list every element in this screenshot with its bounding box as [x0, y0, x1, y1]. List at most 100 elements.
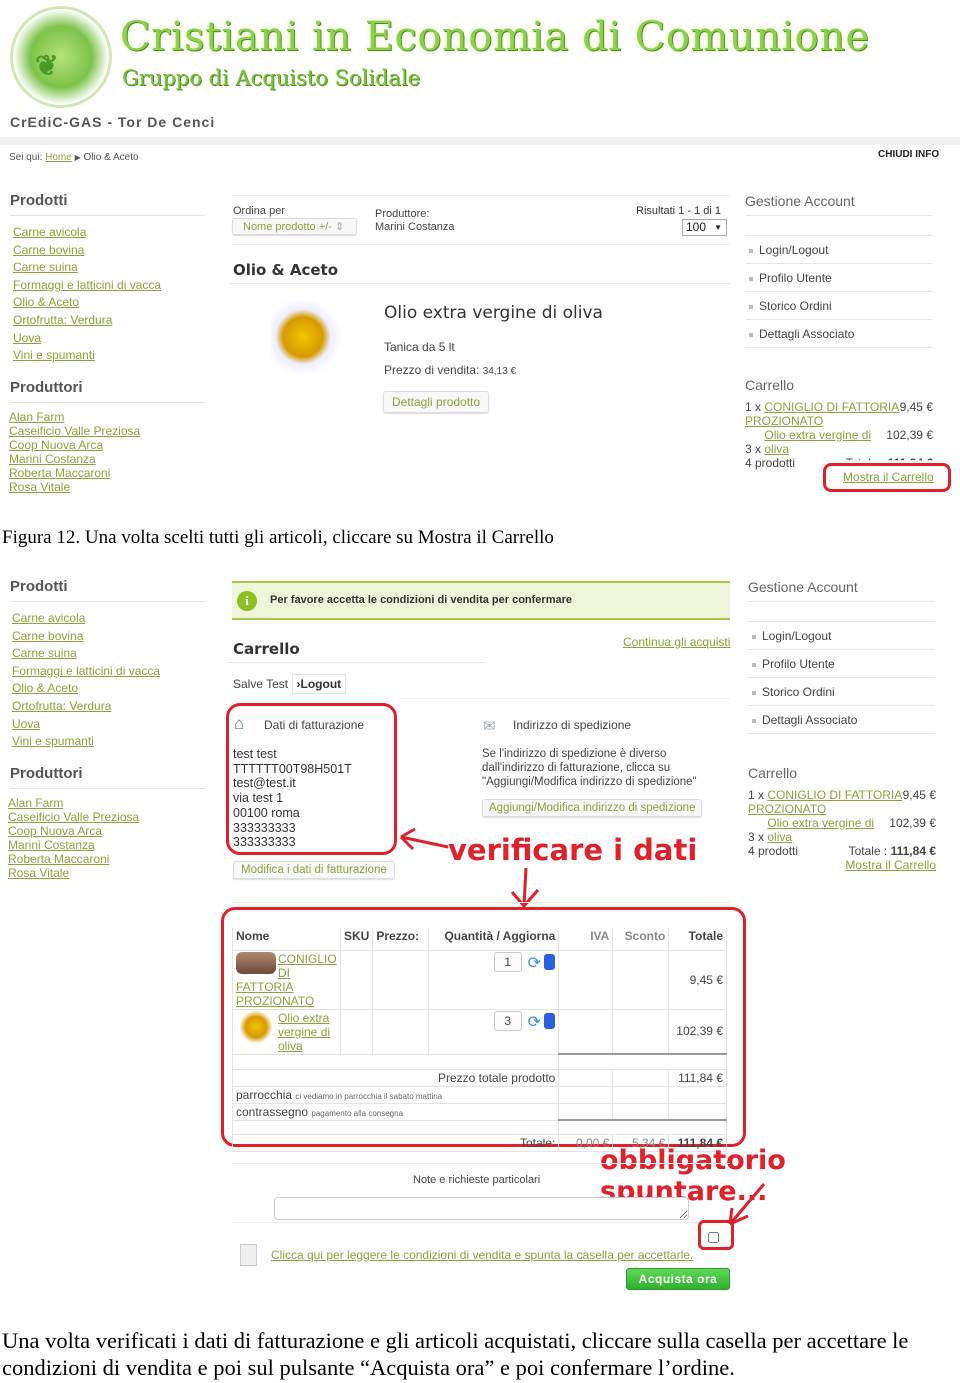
buy-now-button[interactable]: Acquista ora [626, 1268, 730, 1290]
logo: ❦ [10, 6, 112, 108]
refresh-icon[interactable]: ⟳ [525, 953, 541, 972]
category-link[interactable]: Olio & Aceto [13, 295, 79, 309]
producer-link[interactable]: Roberta Maccaroni [9, 466, 110, 480]
menu-login-logout[interactable]: Login/Logout [745, 236, 932, 264]
envelope-icon: ✉ [483, 718, 496, 735]
category-title: Olio & Aceto [233, 261, 339, 279]
producer-link[interactable]: Roberta Maccaroni [8, 852, 109, 866]
per-page-select[interactable]: 100 ▼ [682, 219, 727, 236]
divider [232, 1222, 730, 1223]
col-total: Totale [668, 928, 727, 951]
cart-item-link[interactable]: Olio extra vergine di oliva [764, 428, 874, 456]
cart-item-link[interactable]: CONIGLIO DI FATTORIA PROZIONATO [748, 788, 902, 816]
col-iva: IVA [558, 928, 614, 951]
breadcrumb-current: Olio & Aceto [83, 152, 139, 163]
producer-link[interactable]: Alan Farm [9, 410, 64, 424]
category-link[interactable]: Formaggi e latticini di vacca [12, 664, 160, 678]
info-icon: i [237, 591, 257, 611]
products-heading: Prodotti [10, 192, 205, 216]
category-link[interactable]: Carne suina [12, 646, 77, 660]
cart-item-link[interactable]: Olio extra vergine di oliva [767, 816, 877, 844]
accept-terms-checkbox[interactable] [708, 1232, 719, 1243]
greeting: Salve Test ›Logout [233, 674, 347, 694]
divider [230, 283, 730, 284]
chevron-down-icon: ▼ [714, 223, 722, 232]
menu-user-profile[interactable]: Profilo Utente [745, 264, 932, 292]
verify-annotation: verificare i dati [448, 833, 698, 867]
product-image[interactable] [271, 300, 351, 382]
category-link[interactable]: Formaggi e latticini di vacca [13, 278, 161, 292]
product-description: Tanica da 5 lt [384, 340, 455, 354]
product-details-button[interactable]: Dettagli prodotto [383, 391, 490, 413]
producer-link[interactable]: Coop Nuova Arca [9, 438, 103, 452]
category-link[interactable]: Ortofrutta: Verdura [13, 313, 112, 327]
close-info-button[interactable]: CHIUDI INFO [878, 149, 939, 160]
trash-icon[interactable] [544, 1013, 556, 1030]
producer-link[interactable]: Caseificio Valle Preziosa [9, 424, 140, 438]
payment-note: pagamento alla consegna [311, 1108, 404, 1118]
trash-icon[interactable] [544, 954, 556, 971]
producer-link[interactable]: Marini Costanza [8, 838, 95, 852]
account-menu-1: Gestione Account Login/Logout Profilo Ut… [745, 193, 932, 348]
terms-link[interactable]: Clicca qui per leggere le condizioni di … [271, 1248, 693, 1262]
shipping-title: Indirizzo di spedizione [513, 718, 632, 732]
refresh-icon[interactable]: ⟳ [525, 1012, 541, 1031]
breadcrumb-prefix: Sei qui: [9, 152, 43, 163]
shipping-note: ci vediamo in parrocchia il sabato matti… [295, 1091, 443, 1101]
breadcrumb-home[interactable]: Home [45, 152, 72, 163]
notes-textarea[interactable] [274, 1197, 689, 1220]
producer-link[interactable]: Caseificio Valle Preziosa [8, 810, 139, 824]
producers-heading: Produttori [10, 379, 205, 403]
cart-item-link[interactable]: CONIGLIO DI FATTORIA PROZIONATO [745, 400, 899, 428]
show-cart-link[interactable]: Mostra il Carrello [843, 470, 934, 484]
category-link[interactable]: Carne suina [13, 260, 78, 274]
menu-login-logout[interactable]: Login/Logout [748, 622, 935, 650]
header-band [0, 137, 960, 145]
category-link[interactable]: Carne avicola [13, 225, 86, 239]
producer-link[interactable]: Rosa Vitale [9, 480, 70, 494]
results-count: Risultati 1 - 1 di 1 [636, 205, 721, 217]
continue-shopping-link[interactable]: Continua gli acquisti [623, 635, 730, 649]
arrow-down-annotation [510, 867, 540, 909]
sidebar-2: Prodotti Carne avicola Carne bovina Carn… [8, 578, 205, 880]
payment-method: contrassegno [236, 1104, 309, 1119]
menu-order-history[interactable]: Storico Ordini [748, 678, 935, 706]
arrow-annotation [399, 827, 449, 851]
menu-member-details[interactable]: Dettagli Associato [745, 320, 932, 348]
sidebar-1: Prodotti Carne avicola Carne bovina Carn… [9, 192, 205, 494]
divider [228, 662, 486, 663]
logout-button[interactable]: ›Logout [291, 674, 347, 694]
edit-shipping-button[interactable]: Aggiungi/Modifica indirizzo di spedizion… [482, 799, 703, 817]
product-name[interactable]: Olio extra vergine di oliva [384, 303, 603, 323]
category-link[interactable]: Vini e spumanti [12, 734, 94, 748]
quantity-input[interactable]: 1 [493, 951, 522, 972]
edit-billing-button[interactable]: Modifica i dati di fatturazione [233, 861, 395, 879]
category-link[interactable]: Uova [12, 717, 40, 731]
producer-link[interactable]: Alan Farm [8, 796, 63, 810]
producer-link[interactable]: Rosa Vitale [8, 866, 69, 880]
quantity-input[interactable]: 3 [493, 1010, 522, 1031]
category-link[interactable]: Olio & Aceto [12, 681, 78, 695]
product-price: Prezzo di vendita: 34,13 € [384, 363, 517, 377]
producer-link[interactable]: Coop Nuova Arca [8, 824, 102, 838]
subtotal-label: Prezzo totale prodotto [231, 1068, 560, 1087]
menu-order-history[interactable]: Storico Ordini [745, 292, 932, 320]
category-link[interactable]: Carne bovina [13, 243, 84, 257]
category-link[interactable]: Uova [13, 331, 41, 345]
producer-list: Alan Farm Caseificio Valle Preziosa Coop… [9, 410, 205, 494]
category-link[interactable]: Carne bovina [12, 629, 83, 643]
divider [232, 1163, 730, 1164]
category-link[interactable]: Carne avicola [12, 611, 85, 625]
mini-cart-title: Carrello [748, 765, 798, 781]
menu-member-details[interactable]: Dettagli Associato [748, 706, 935, 734]
category-link[interactable]: Ortofrutta: Verdura [12, 699, 111, 713]
product-link[interactable]: Olio extra vergine di oliva [278, 1011, 330, 1053]
producer-link[interactable]: Marini Costanza [9, 452, 96, 466]
show-cart-link[interactable]: Mostra il Carrello [845, 858, 936, 872]
menu-user-profile[interactable]: Profilo Utente [748, 650, 935, 678]
figure-caption: Figura 12. Una volta scelti tutti gli ar… [2, 527, 554, 548]
sort-select[interactable]: Nome prodotto +/- ⇕ [232, 218, 357, 235]
subtotal-value: 111,84 € [668, 1068, 727, 1087]
category-link[interactable]: Vini e spumanti [13, 348, 95, 362]
producers-heading: Produttori [10, 765, 205, 789]
